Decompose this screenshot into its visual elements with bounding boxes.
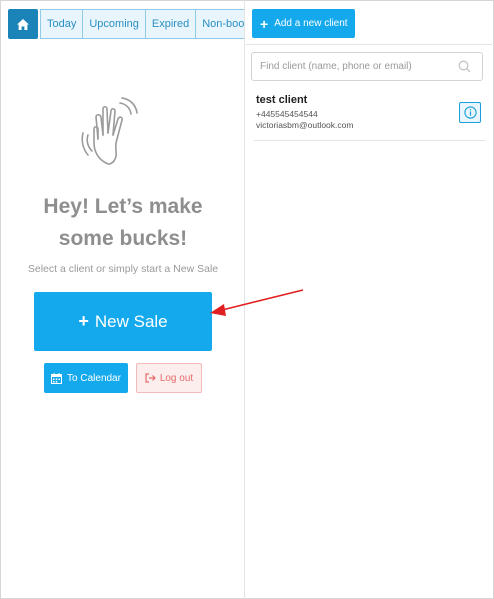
client-phone: +445545454544 — [256, 109, 318, 119]
greeting-heading: Hey! Let’s make some bucks! — [0, 191, 244, 255]
plus-icon: + — [78, 311, 89, 331]
search-icon — [458, 60, 471, 73]
to-calendar-button[interactable]: To Calendar — [44, 363, 128, 393]
logout-button[interactable]: Log out — [136, 363, 202, 393]
header-divider — [246, 44, 494, 45]
home-button[interactable] — [8, 9, 38, 39]
tab-non-booked[interactable]: Non-boo — [195, 9, 244, 39]
home-icon — [17, 18, 29, 30]
logout-label: Log out — [159, 372, 194, 384]
left-panel: Today Upcoming Expired Non-boo Hey! Let’… — [0, 0, 245, 599]
client-email: victoriasbm@outlook.com — [256, 120, 354, 130]
waving-hand-icon — [81, 97, 138, 165]
info-icon — [463, 106, 477, 119]
new-sale-label: New Sale — [94, 311, 168, 331]
tab-expired[interactable]: Expired — [144, 9, 197, 39]
greeting-line-1: Hey! Let’s make — [43, 195, 203, 218]
add-client-button[interactable]: + Add a new client — [252, 9, 355, 38]
filter-tab-bar: Today Upcoming Expired Non-boo — [8, 9, 244, 39]
right-panel: + Add a new client test client +44554545… — [246, 0, 494, 599]
calendar-icon — [51, 372, 63, 384]
greeting-line-2: some bucks! — [58, 227, 188, 250]
to-calendar-label: To Calendar — [67, 372, 121, 384]
greeting-subtitle: Select a client or simply start a New Sa… — [27, 263, 219, 275]
new-sale-button[interactable]: + New Sale — [34, 292, 212, 351]
client-name: test client — [256, 94, 308, 106]
client-divider — [254, 140, 486, 141]
add-client-label: Add a new client — [274, 18, 348, 29]
client-info-button[interactable] — [459, 102, 481, 123]
client-search-input[interactable] — [251, 52, 483, 81]
client-list-item[interactable]: test client +445545454544 victoriasbm@ou… — [256, 94, 484, 140]
plus-icon: + — [260, 15, 269, 32]
tab-today[interactable]: Today — [40, 9, 84, 39]
logout-icon — [145, 373, 156, 383]
tab-upcoming[interactable]: Upcoming — [82, 9, 146, 39]
